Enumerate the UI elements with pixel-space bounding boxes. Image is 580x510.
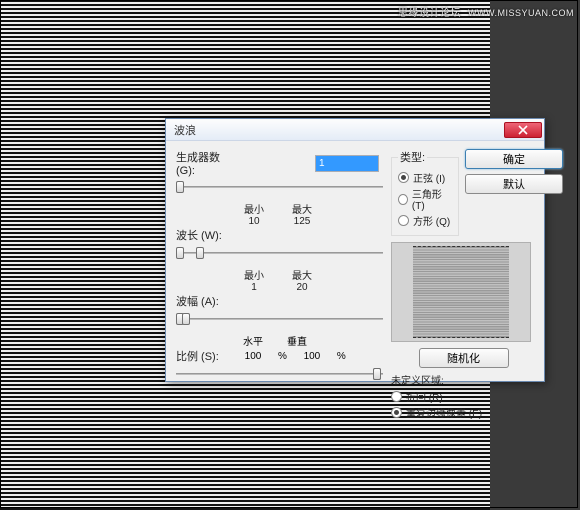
close-button[interactable] bbox=[504, 122, 542, 138]
scale-label: 比例 (S): bbox=[176, 348, 234, 364]
radio-icon bbox=[391, 407, 402, 418]
radio-icon bbox=[391, 391, 402, 402]
type-fieldset: 类型: 正弦 (I) 三角形 (T) 方形 (Q) bbox=[391, 149, 459, 236]
watermark-cn: 思缘设计论坛 bbox=[398, 8, 461, 19]
amplitude-max-label: 最大 bbox=[282, 267, 322, 282]
radio-sine[interactable]: 正弦 (I) bbox=[398, 170, 452, 185]
scale-v-value: 100 bbox=[293, 351, 331, 362]
scale-slider[interactable] bbox=[176, 366, 383, 382]
scale-h-value: 100 bbox=[234, 351, 272, 362]
amplitude-label: 波幅 (A): bbox=[176, 293, 234, 309]
watermark-en: WWW.MISSYUAN.COM bbox=[468, 8, 574, 18]
scale-v-unit: % bbox=[337, 351, 346, 362]
amplitude-min-label: 最小 bbox=[234, 267, 274, 282]
amplitude-max: 20 bbox=[282, 282, 322, 293]
radio-triangle[interactable]: 三角形 (T) bbox=[398, 186, 452, 212]
generators-slider[interactable] bbox=[176, 179, 383, 195]
wavelength-label: 波长 (W): bbox=[176, 227, 234, 243]
preview-image bbox=[413, 246, 509, 338]
randomize-button[interactable]: 随机化 bbox=[419, 348, 509, 368]
right-panel: 类型: 正弦 (I) 三角形 (T) 方形 (Q) 确定 默认 随机化 未定义区… bbox=[391, 149, 536, 421]
radio-icon bbox=[398, 172, 409, 183]
generators-input[interactable] bbox=[315, 155, 379, 172]
close-icon bbox=[518, 125, 528, 135]
amplitude-min: 1 bbox=[234, 282, 274, 293]
wavelength-min-label: 最小 bbox=[234, 201, 274, 216]
ok-button[interactable]: 确定 bbox=[465, 149, 563, 169]
amplitude-slider[interactable] bbox=[176, 311, 383, 327]
undefined-area-group: 未定义区域: 折回 (R) 重复边缘像素 (E) bbox=[391, 372, 536, 420]
type-legend: 类型: bbox=[398, 149, 427, 165]
titlebar[interactable]: 波浪 bbox=[166, 119, 544, 141]
wave-dialog: 波浪 生成器数 (G): 最小10 最大125 波长 (W): bbox=[165, 118, 545, 382]
left-panel: 生成器数 (G): 最小10 最大125 波长 (W): 最小1 bbox=[176, 149, 383, 421]
scale-h-unit: % bbox=[278, 351, 287, 362]
wavelength-max-label: 最大 bbox=[282, 201, 322, 216]
radio-wrap[interactable]: 折回 (R) bbox=[391, 389, 536, 404]
radio-repeat[interactable]: 重复边缘像素 (E) bbox=[391, 405, 536, 420]
wavelength-min: 10 bbox=[234, 216, 274, 227]
undefined-legend: 未定义区域: bbox=[391, 372, 536, 387]
radio-square[interactable]: 方形 (Q) bbox=[398, 213, 452, 228]
scale-h-label: 水平 bbox=[234, 333, 272, 348]
wavelength-max: 125 bbox=[282, 216, 322, 227]
scale-v-label: 垂直 bbox=[278, 333, 316, 348]
generators-label: 生成器数 (G): bbox=[176, 149, 234, 177]
preview-box bbox=[391, 242, 531, 342]
watermark: 思缘设计论坛 WWW.MISSYUAN.COM bbox=[398, 4, 574, 19]
radio-icon bbox=[398, 215, 409, 226]
dialog-title: 波浪 bbox=[174, 122, 196, 138]
radio-icon bbox=[398, 194, 408, 205]
default-button[interactable]: 默认 bbox=[465, 174, 563, 194]
wavelength-slider[interactable] bbox=[176, 245, 383, 261]
